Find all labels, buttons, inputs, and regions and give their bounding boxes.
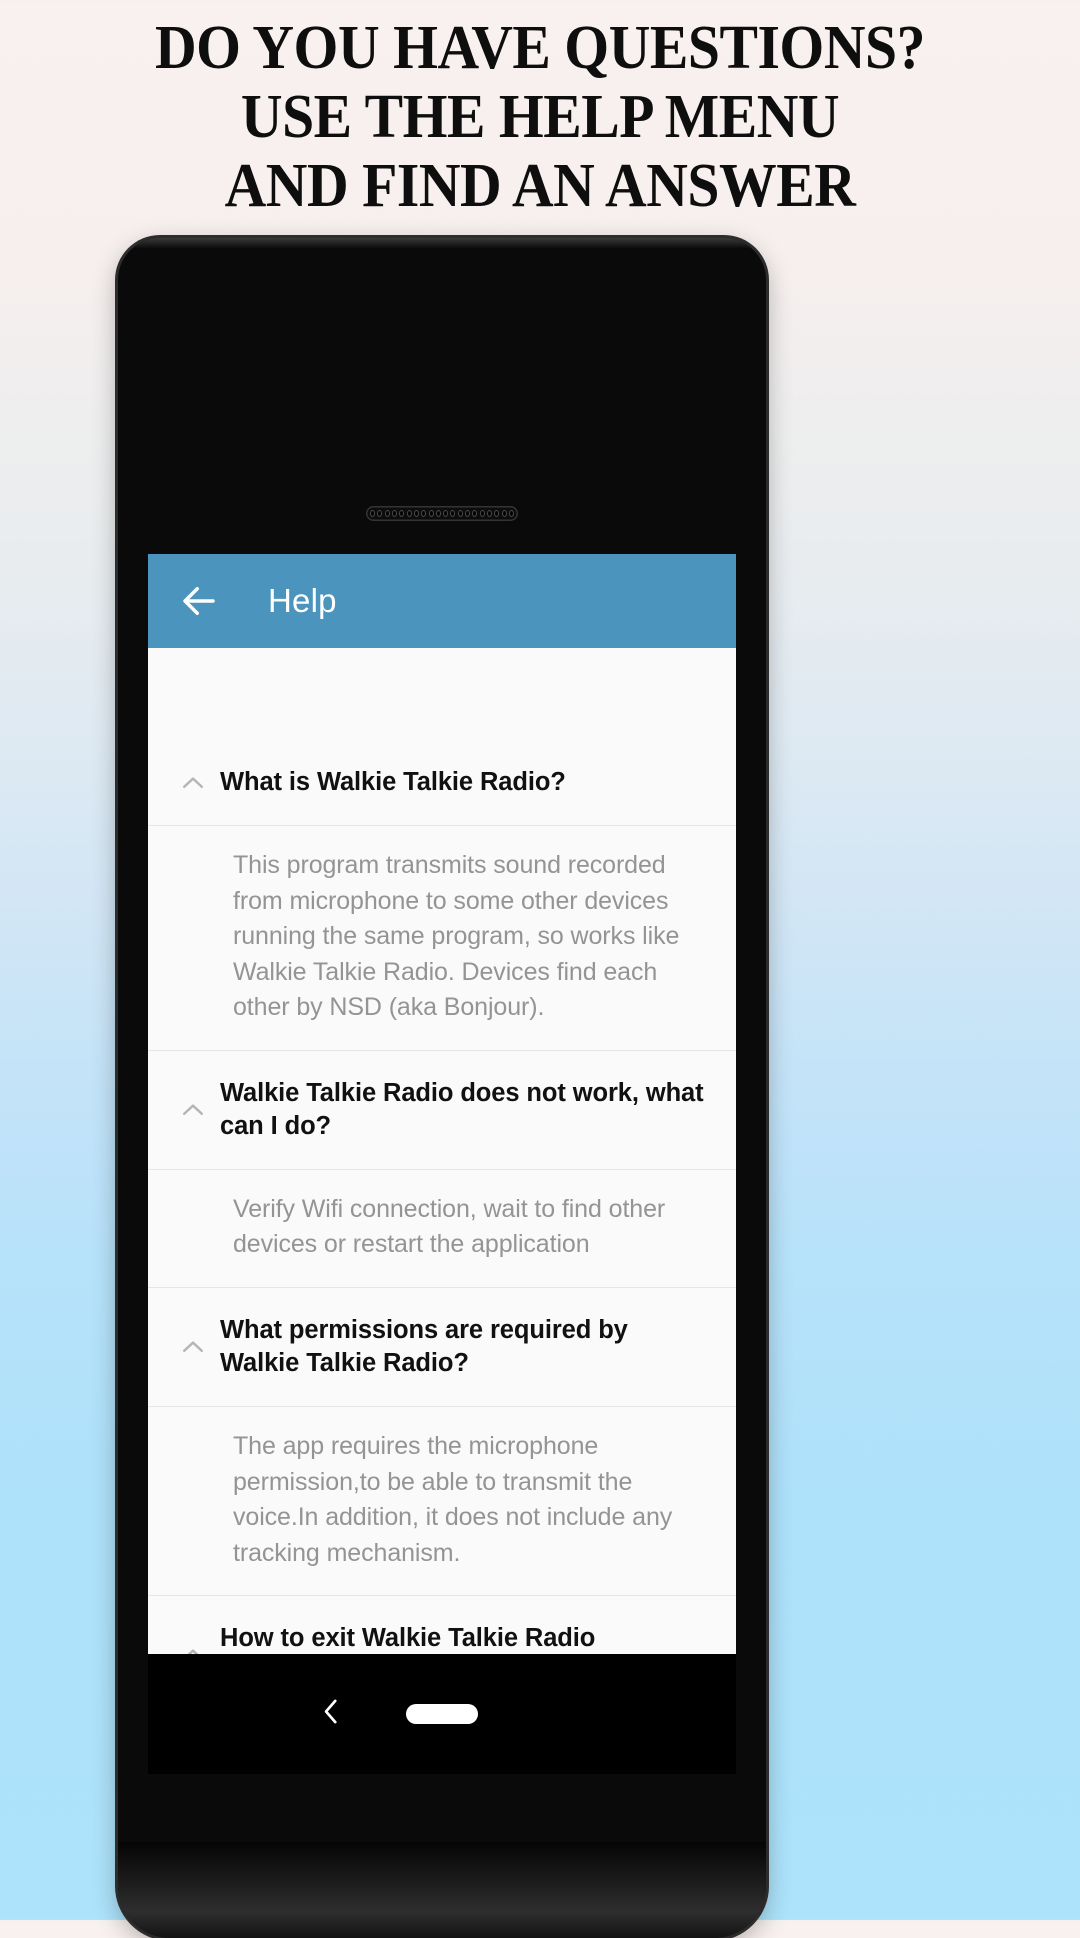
faq-answer-text: The app requires the microphone permissi… <box>233 1432 673 1567</box>
faq-list: What is Walkie Talkie Radio? This progra… <box>148 648 736 1654</box>
phone-mockup: Help What is Walkie Talkie Radio? This p… <box>118 238 766 1938</box>
headline-line-3: AND FIND AN ANSWER <box>224 151 856 220</box>
faq-question-text: What is Walkie Talkie Radio? <box>220 768 566 796</box>
faq-answer-row: The app requires the microphone permissi… <box>148 1407 736 1597</box>
faq-question-text: How to exit Walkie Talkie Radio correctl… <box>220 1624 596 1653</box>
page-title: Help <box>268 582 337 619</box>
chevron-up-icon <box>170 768 216 798</box>
system-navigation-bar <box>148 1654 736 1774</box>
arrow-left-icon[interactable] <box>178 580 220 622</box>
chevron-left-icon[interactable] <box>314 1695 348 1734</box>
faq-answer-text: Verify Wifi connection, wait to find oth… <box>233 1194 666 1259</box>
faq-question-row[interactable]: How to exit Walkie Talkie Radio correctl… <box>148 1596 736 1654</box>
faq-question-row[interactable]: Walkie Talkie Radio does not work, what … <box>148 1050 736 1170</box>
chevron-up-icon <box>170 1095 216 1125</box>
faq-question-text: Walkie Talkie Radio does not work, what … <box>220 1078 704 1140</box>
faq-question-row[interactable]: What is Walkie Talkie Radio? <box>148 648 736 827</box>
app-bar: Help <box>148 554 736 648</box>
promo-headline: DO YOU HAVE QUESTIONS? USE THE HELP MENU… <box>38 0 1042 220</box>
headline-line-1: DO YOU HAVE QUESTIONS? <box>155 14 925 82</box>
headline-line-2: USE THE HELP MENU <box>240 82 840 151</box>
chevron-up-icon <box>170 1640 216 1654</box>
faq-answer-text: This program transmits sound recorded fr… <box>233 851 680 1022</box>
faq-question-text: What permissions are required by Walkie … <box>220 1315 628 1378</box>
faq-answer-row: Verify Wifi connection, wait to find oth… <box>148 1169 736 1288</box>
earpiece-speaker-grille <box>366 506 518 521</box>
home-pill-indicator[interactable] <box>406 1704 478 1724</box>
chevron-up-icon <box>170 1332 216 1362</box>
faq-answer-row: This program transmits sound recorded fr… <box>148 826 736 1051</box>
phone-screen: Help What is Walkie Talkie Radio? This p… <box>148 554 736 1654</box>
faq-question-row[interactable]: What permissions are required by Walkie … <box>148 1287 736 1408</box>
phone-bezel-highlight <box>118 238 766 248</box>
